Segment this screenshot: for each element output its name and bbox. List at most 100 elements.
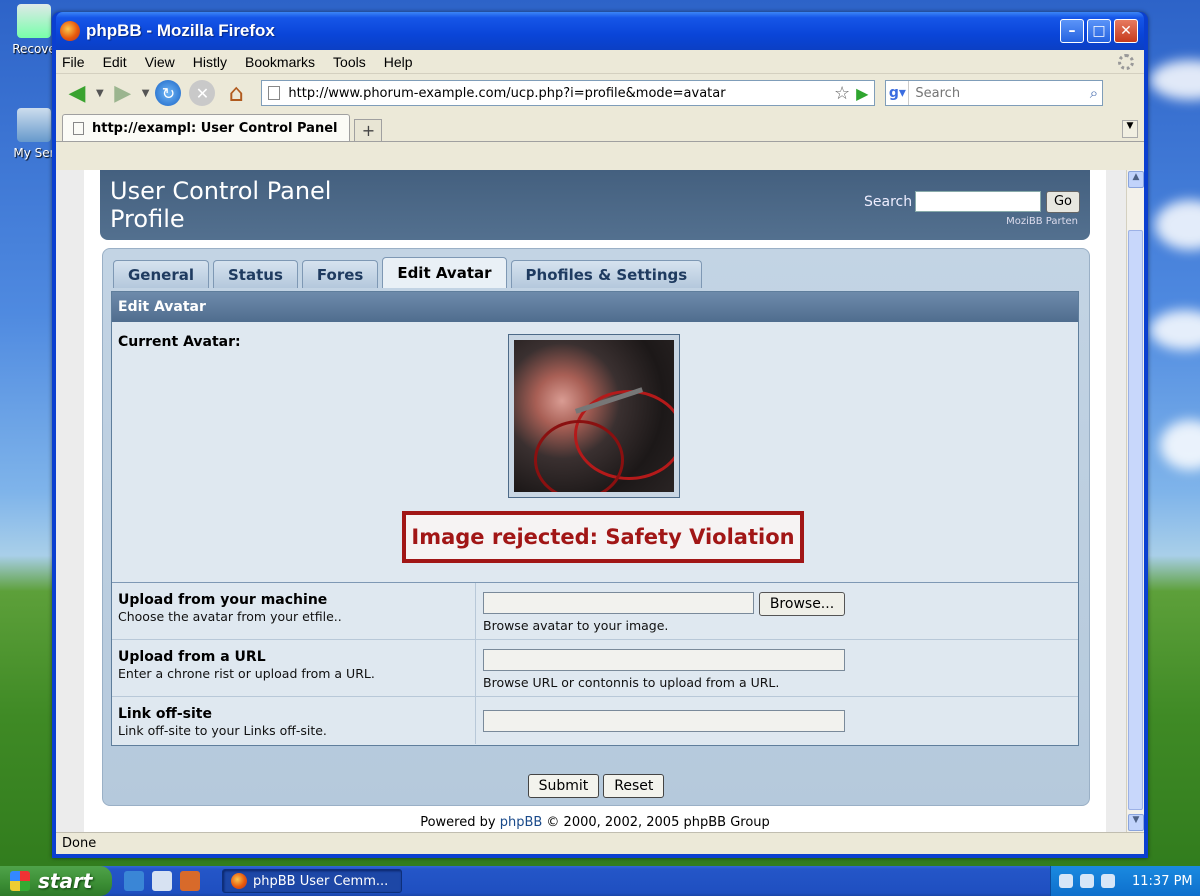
forum-header: User Control Panel Profile Search Go Moz… (100, 170, 1090, 240)
forward-history-dropdown[interactable]: ▼ (142, 88, 150, 99)
reload-button[interactable]: ↻ (153, 78, 183, 108)
link-offsite-desc: Link off-site to your Links off-site. (118, 723, 327, 738)
minimize-button[interactable]: – (1060, 19, 1084, 43)
firefox-icon (60, 21, 80, 41)
menu-help[interactable]: Help (384, 54, 413, 70)
media-icon[interactable] (180, 871, 200, 891)
box-title: Edit Avatar (112, 292, 1078, 322)
window-title: phpBB - Mozilla Firefox (86, 21, 275, 40)
new-tab-button[interactable]: + (354, 119, 383, 141)
header-search-input[interactable] (915, 191, 1041, 212)
header-go-button[interactable]: Go (1046, 191, 1080, 213)
offsite-link-input[interactable] (483, 710, 845, 732)
forward-button[interactable]: ▶ (108, 78, 138, 108)
footer-suffix: © 2000, 2002, 2005 phpBB Group (542, 815, 770, 830)
browse-button[interactable]: Browse... (759, 592, 845, 616)
rejection-message: Image rejected: Safety Violation (402, 511, 804, 563)
ie-icon[interactable] (124, 871, 144, 891)
menu-file[interactable]: File (62, 54, 85, 70)
upload-machine-title: Upload from your machine (118, 592, 328, 608)
close-button[interactable]: ✕ (1114, 19, 1138, 43)
search-bar: g▾ ⌕ (885, 80, 1104, 106)
page-content: User Control Panel Profile Search Go Moz… (84, 170, 1106, 832)
system-tray: 11:37 PM (1050, 866, 1200, 896)
quick-launch (124, 871, 208, 891)
url-input[interactable] (483, 649, 845, 671)
back-button[interactable]: ◀ (62, 78, 92, 108)
avatar-frame (508, 334, 680, 498)
panel-tabs: General Status Fores Edit Avatar Phofile… (113, 257, 706, 288)
start-button[interactable]: start (0, 866, 112, 896)
link-offsite-title: Link off-site (118, 706, 212, 722)
menu-edit[interactable]: Edit (103, 54, 127, 70)
upload-url-field-cell: Browse URL or contonnis to upload from a… (476, 640, 1078, 696)
menu-history[interactable]: Histly (193, 54, 227, 70)
back-history-dropdown[interactable]: ▼ (96, 88, 104, 99)
tab-status[interactable]: Status (213, 260, 298, 288)
upload-machine-row: Upload from your machine Choose the avat… (112, 583, 1078, 640)
explorer-icon[interactable] (152, 871, 172, 891)
upload-url-row: Upload from a URL Enter a chrone rist or… (112, 640, 1078, 697)
navigation-toolbar: ◀ ▼ ▶ ▼ ↻ ✕ ⌂ http://www.phorum-example.… (56, 74, 1144, 112)
activity-throbber-icon (1118, 54, 1134, 70)
tab-user-control-panel[interactable]: http://exampl: User Control Panel (62, 114, 351, 141)
tray-network-icon[interactable] (1080, 874, 1094, 888)
home-button[interactable]: ⌂ (221, 78, 251, 108)
tab-list-dropdown[interactable]: ▼ (1122, 120, 1138, 138)
taskbar-firefox-item[interactable]: phpBB User Cemm... (222, 869, 402, 893)
tab-edit-avatar[interactable]: Edit Avatar (382, 257, 507, 288)
page-title-line2: Profile (110, 205, 185, 233)
menu-view[interactable]: View (145, 54, 175, 70)
submit-button[interactable]: Submit (527, 774, 600, 798)
current-avatar-label: Current Avatar: (118, 334, 241, 350)
link-offsite-field-cell (476, 697, 1078, 744)
recycle-bin-icon (17, 4, 51, 38)
vertical-scrollbar[interactable]: ▲ ▼ (1126, 170, 1144, 832)
tab-fores[interactable]: Fores (301, 260, 379, 288)
footer-prefix: Powered by (420, 815, 500, 830)
url-text: http://www.phorum-example.com/ucp.php?i=… (288, 85, 726, 101)
title-bar[interactable]: phpBB - Mozilla Firefox – □ ✕ (56, 12, 1144, 50)
reload-icon: ↻ (155, 80, 182, 106)
forward-arrow-icon: ▶ (114, 80, 132, 106)
home-icon: ⌂ (228, 79, 245, 107)
menu-bookmarks[interactable]: Bookmarks (245, 54, 315, 70)
maximize-button[interactable]: □ (1087, 19, 1111, 43)
taskbar-item-label: phpBB User Cemm... (253, 873, 389, 889)
bookmark-star-icon[interactable]: ☆ (834, 83, 850, 104)
page-icon (73, 121, 84, 135)
edit-avatar-box: Edit Avatar Current Avatar: Image reject… (111, 291, 1079, 746)
url-bar[interactable]: http://www.phorum-example.com/ucp.php?i=… (261, 80, 876, 106)
tab-general[interactable]: General (113, 260, 209, 288)
stop-button[interactable]: ✕ (187, 78, 217, 108)
tab-label: http://exampl: User Control Panel (92, 120, 338, 136)
tray-info-icon[interactable] (1059, 874, 1073, 888)
upload-machine-label-cell: Upload from your machine Choose the avat… (112, 583, 476, 639)
upload-url-help: Browse URL or contonnis to upload from a… (483, 675, 780, 690)
magnifier-icon[interactable]: ⌕ (1085, 84, 1102, 102)
scroll-up-icon[interactable]: ▲ (1128, 171, 1144, 188)
file-input[interactable] (483, 592, 754, 614)
page-footer: Powered by phpBB © 2000, 2002, 2005 phpB… (84, 815, 1106, 830)
go-arrow-icon[interactable]: ▶ (856, 84, 868, 103)
scroll-down-icon[interactable]: ▼ (1128, 814, 1144, 831)
reset-button[interactable]: Reset (603, 774, 665, 798)
tab-profiles-settings[interactable]: Phofiles & Settings (510, 260, 703, 288)
search-engine-icon[interactable]: g▾ (886, 81, 910, 105)
header-subtext: MoziBB Parten (1006, 216, 1078, 227)
status-bar: Done (56, 832, 1144, 854)
browser-chrome: File Edit View Histly Bookmarks Tools He… (56, 50, 1144, 854)
computer-icon (17, 108, 51, 142)
stop-icon: ✕ (189, 80, 216, 106)
menu-tools[interactable]: Tools (333, 54, 366, 70)
search-input[interactable] (909, 82, 1086, 104)
phpbb-link[interactable]: phpBB (500, 815, 543, 830)
browser-window: phpBB - Mozilla Firefox – □ ✕ File Edit … (52, 12, 1148, 858)
tray-volume-icon[interactable] (1101, 874, 1115, 888)
desktop-icon-label: Recove (12, 42, 56, 56)
scroll-thumb[interactable] (1128, 230, 1143, 810)
control-panel: General Status Fores Edit Avatar Phofile… (102, 248, 1090, 806)
avatar-area: Current Avatar: Image rejected: Safety V… (112, 322, 1078, 582)
tab-bar: http://exampl: User Control Panel + ▼ (56, 112, 1144, 142)
page-title-line1: User Control Panel (110, 177, 332, 205)
